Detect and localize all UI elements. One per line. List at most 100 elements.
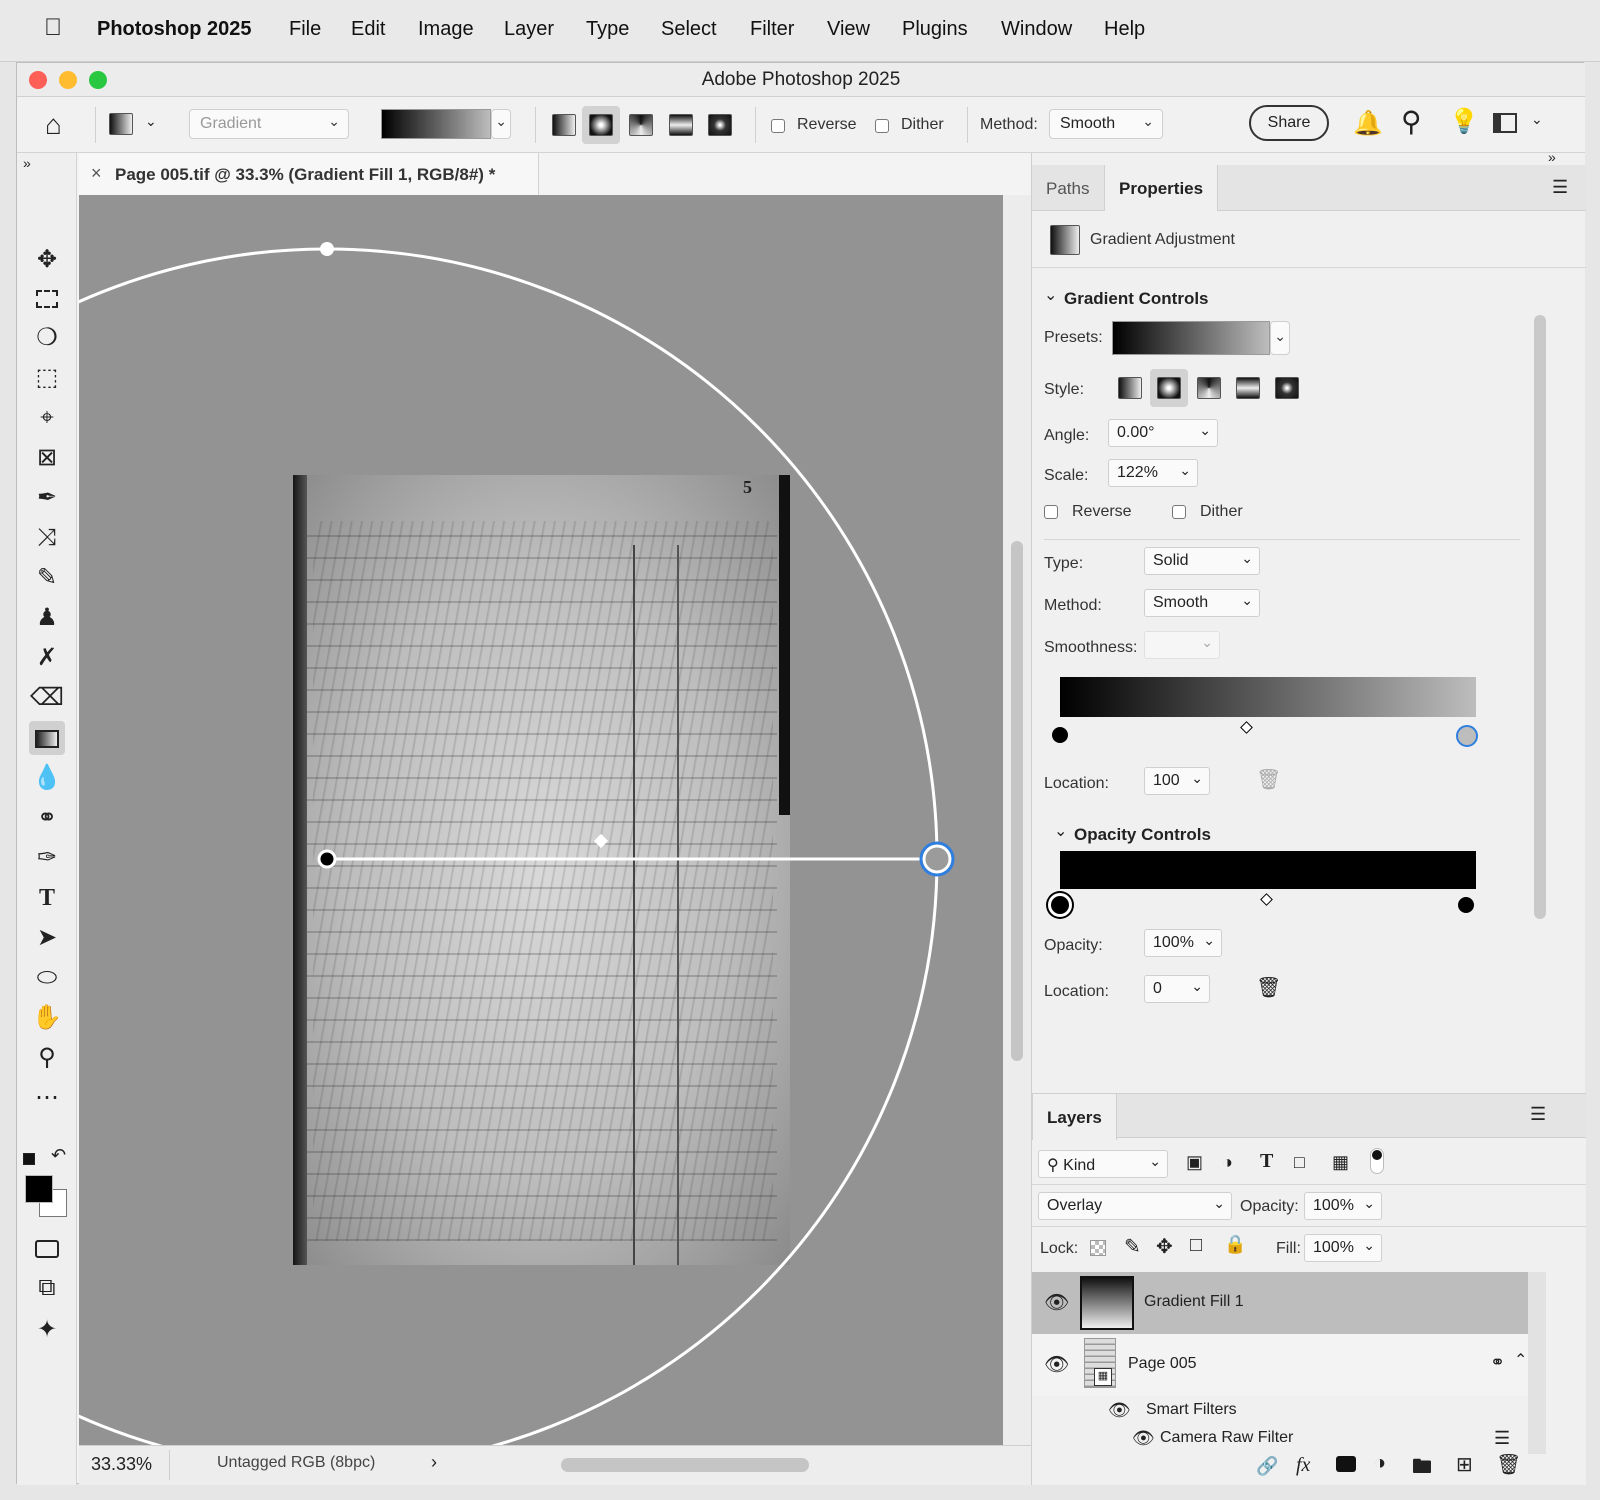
new-layer-icon[interactable]: ⊞ (1456, 1452, 1473, 1477)
opacity-location-input[interactable]: 0 ⌄ (1144, 975, 1210, 1003)
menu-type[interactable]: Type (586, 18, 629, 41)
color-midpoint-diamond[interactable] (1240, 721, 1253, 734)
link-layers-icon[interactable]: 🔗 (1256, 1456, 1278, 1477)
workspace-chevron-icon[interactable]: ⌄ (1531, 111, 1543, 128)
panel-dither-checkbox[interactable] (1172, 505, 1186, 519)
history-brush-tool-icon[interactable]: ✗ (29, 641, 65, 675)
new-group-folder-icon[interactable]: 🖿 (1412, 1452, 1432, 1486)
object-selection-tool-icon[interactable]: ⬚ (29, 361, 65, 395)
healing-brush-tool-icon[interactable]: ⤨ (29, 521, 65, 555)
foreground-color-swatch[interactable] (25, 1175, 53, 1203)
zoom-tool-icon[interactable]: ⚲ (29, 1041, 65, 1075)
close-document-icon[interactable]: × (91, 163, 102, 184)
menu-window[interactable]: Window (1001, 18, 1072, 41)
workspace-icon[interactable] (1493, 113, 1517, 133)
smart-filters-row[interactable]: 👁 Smart Filters (1032, 1396, 1528, 1426)
layer-visibility-eye-icon[interactable]: 👁 (1044, 1352, 1069, 1377)
filter-blending-options-icon[interactable]: ☰ (1494, 1428, 1510, 1449)
menu-plugins[interactable]: Plugins (902, 18, 968, 41)
filter-pixel-layers-icon[interactable]: ▣ (1186, 1152, 1203, 1173)
zoom-level[interactable]: 33.33% (91, 1454, 152, 1475)
lock-image-pixels-icon[interactable]: ✎ (1124, 1234, 1141, 1259)
crop-tool-icon[interactable]: ⌖ (29, 401, 65, 435)
generative-ai-icon[interactable]: ✦ (29, 1313, 65, 1347)
quick-mask-icon[interactable] (29, 1231, 65, 1265)
status-menu-chevron-icon[interactable]: › (431, 1452, 437, 1473)
path-selection-tool-icon[interactable]: ➤ (29, 921, 65, 955)
collapse-panels-icon[interactable]: » (1548, 149, 1556, 165)
angle-input[interactable]: 0.00° ⌄ (1108, 419, 1218, 447)
lasso-tool-icon[interactable]: ❍ (29, 321, 65, 355)
tab-properties[interactable]: Properties (1104, 165, 1219, 211)
lock-all-icon[interactable]: 🔒 (1224, 1234, 1246, 1255)
fill-input[interactable]: 100% ⌄ (1304, 1234, 1382, 1262)
gradient-swatch-dropdown[interactable]: ⌄ (491, 109, 511, 139)
layer-opacity-input[interactable]: 100% ⌄ (1304, 1192, 1382, 1220)
gradient-preset-dropdown[interactable]: Gradient ⌄ (189, 109, 349, 139)
tab-paths[interactable]: Paths (1032, 165, 1103, 211)
screen-mode-icon[interactable]: ⧉ (29, 1271, 65, 1305)
gradient-swatch[interactable] (381, 109, 491, 139)
tool-preset-chevron-icon[interactable]: ⌄ (145, 113, 157, 130)
apple-icon[interactable]:  (44, 14, 62, 42)
linear-gradient-icon[interactable] (552, 114, 576, 136)
angle-gradient-icon[interactable] (629, 114, 653, 136)
lock-transparent-pixels-icon[interactable] (1090, 1240, 1106, 1256)
collapse-opacity-controls-icon[interactable]: ⌄ (1054, 821, 1067, 841)
default-colors-icon[interactable] (23, 1153, 35, 1165)
menu-view[interactable]: View (827, 18, 870, 41)
gradient-midpoint-handle[interactable] (593, 833, 609, 849)
gradient-end-handle[interactable] (922, 844, 952, 874)
share-button[interactable]: Share (1249, 105, 1329, 141)
more-tools-icon[interactable]: ⋯ (29, 1081, 65, 1115)
diamond-gradient-icon[interactable] (708, 114, 732, 136)
collapse-gradient-controls-icon[interactable]: ⌄ (1044, 285, 1057, 305)
blend-mode-dropdown[interactable]: Overlay ⌄ (1038, 1192, 1232, 1220)
menu-edit[interactable]: Edit (351, 18, 385, 41)
frame-tool-icon[interactable]: ⊠ (29, 441, 65, 475)
angle-style-icon[interactable] (1197, 377, 1221, 399)
color-profile-info[interactable]: Untagged RGB (8bpc) (217, 1454, 375, 1472)
camera-raw-eye-icon[interactable]: 👁 (1132, 1428, 1155, 1449)
opacity-input[interactable]: 100% ⌄ (1144, 929, 1222, 957)
gradient-tool-icon[interactable] (29, 721, 65, 755)
layer-visibility-eye-icon[interactable]: 👁 (1044, 1290, 1069, 1315)
lock-artboard-icon[interactable]: □ (1190, 1234, 1202, 1257)
reverse-checkbox[interactable] (771, 119, 785, 133)
gradient-start-handle[interactable] (317, 849, 337, 869)
method-dropdown[interactable]: Smooth ⌄ (1049, 109, 1163, 139)
layers-panel-menu-icon[interactable]: ☰ (1530, 1104, 1546, 1125)
pen-tool-icon[interactable]: ✑ (29, 841, 65, 875)
home-icon[interactable]: ⌂ (45, 109, 62, 141)
color-gradient-bar[interactable] (1060, 677, 1476, 717)
panel-menu-icon[interactable]: ☰ (1552, 177, 1568, 198)
swap-colors-icon[interactable]: ↶ (51, 1145, 66, 1166)
eyedropper-tool-icon[interactable]: ✒ (29, 481, 65, 515)
gradient-tool-icon[interactable] (109, 113, 133, 135)
presets-gradient-swatch[interactable] (1112, 321, 1270, 355)
menu-image[interactable]: Image (418, 18, 474, 41)
vertical-scrollbar[interactable] (1003, 195, 1031, 1485)
brush-tool-icon[interactable]: ✎ (29, 561, 65, 595)
dodge-tool-icon[interactable]: ⚭ (29, 801, 65, 835)
opacity-gradient-bar[interactable] (1060, 851, 1476, 889)
filter-shape-layers-icon[interactable]: □ (1294, 1152, 1305, 1173)
tab-layers[interactable]: Layers (1032, 1094, 1117, 1140)
canvas[interactable]: 5 (79, 195, 1003, 1445)
panel-reverse-checkbox[interactable] (1044, 505, 1058, 519)
layer-style-fx-icon[interactable]: fx (1296, 1454, 1310, 1477)
reflected-gradient-icon[interactable] (669, 114, 693, 136)
radial-gradient-icon[interactable] (589, 114, 613, 136)
menu-select[interactable]: Select (661, 18, 717, 41)
properties-scrollbar-thumb[interactable] (1534, 315, 1546, 919)
radial-style-icon[interactable] (1157, 377, 1181, 399)
presets-dropdown[interactable]: ⌄ (1270, 321, 1290, 355)
reflected-style-icon[interactable] (1236, 377, 1260, 399)
vertical-scroll-thumb[interactable] (1011, 541, 1023, 1061)
marquee-tool-icon[interactable] (29, 281, 65, 315)
menu-app-name[interactable]: Photoshop 2025 (97, 18, 251, 41)
layer-row-gradient-fill[interactable]: 👁 Gradient Fill 1 (1032, 1272, 1528, 1334)
color-stop-start[interactable] (1052, 727, 1068, 743)
diamond-style-icon[interactable] (1275, 377, 1299, 399)
filter-adjustment-layers-icon[interactable]: ◑ (1222, 1152, 1233, 1173)
